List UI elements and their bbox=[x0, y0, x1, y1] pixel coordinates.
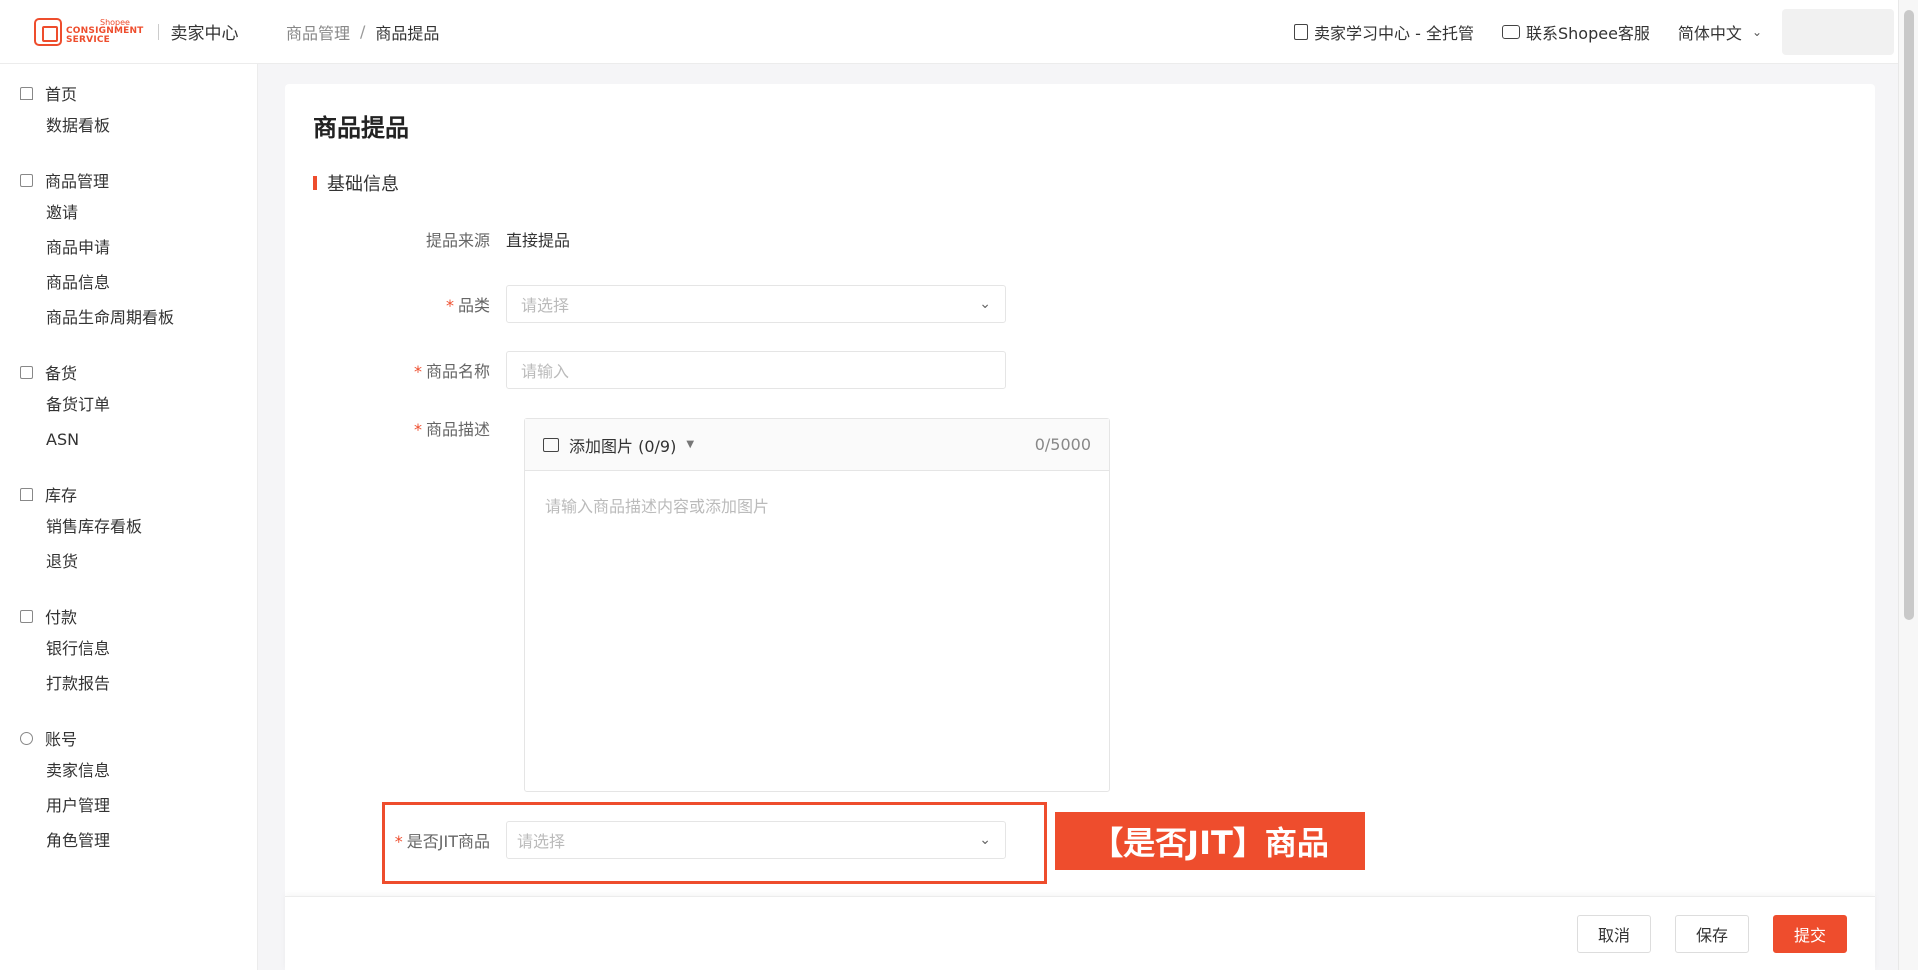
sidebar-item-payment-report[interactable]: 打款报告 bbox=[0, 666, 257, 701]
sidebar-item-bank-info[interactable]: 银行信息 bbox=[0, 631, 257, 666]
sidebar-group-products: 商品管理 邀请 商品申请 商品信息 商品生命周期看板 bbox=[0, 165, 257, 335]
jit-callout-label: 【是否JIT】商品 bbox=[1055, 812, 1365, 870]
sidebar-item-product-info[interactable]: 商品信息 bbox=[0, 265, 257, 300]
image-icon bbox=[543, 437, 559, 452]
page-scrollbar[interactable] bbox=[1898, 0, 1918, 970]
desc-label: 商品描述 bbox=[425, 420, 490, 439]
book-icon bbox=[1294, 23, 1309, 40]
category-row: * 品类 请选择 ⌄ bbox=[285, 285, 1006, 323]
page-title: 商品提品 bbox=[313, 114, 409, 142]
category-select[interactable]: 请选择 ⌄ bbox=[506, 285, 1006, 323]
action-bar: 取消 保存 提交 bbox=[285, 896, 1875, 970]
account-avatar[interactable] bbox=[1782, 8, 1894, 55]
save-button[interactable]: 保存 bbox=[1674, 914, 1749, 953]
jit-highlight-box bbox=[382, 802, 1047, 884]
sidebar-group-title[interactable]: 商品管理 bbox=[0, 165, 257, 195]
product-form-card: 商品提品 基础信息 提品来源 直接提品 * 品类 请选择 ⌄ * 商品名称 请输入 … bbox=[285, 84, 1875, 970]
add-image-button[interactable]: 添加图片 (0/9) bbox=[569, 433, 676, 457]
sidebar-group-title[interactable]: 备货 bbox=[0, 357, 257, 387]
submit-button[interactable]: 提交 bbox=[1772, 914, 1847, 953]
contact-support-link[interactable]: 联系Shopee客服 bbox=[1501, 20, 1650, 44]
section-accent-bar bbox=[313, 176, 317, 190]
warehouse-icon bbox=[20, 487, 33, 501]
description-editor[interactable]: 添加图片 (0/9) ▼ 0/5000 请输入商品描述内容或添加图片 bbox=[524, 418, 1110, 792]
source-value: 直接提品 bbox=[506, 231, 571, 250]
sidebar-item-seller-info[interactable]: 卖家信息 bbox=[0, 753, 257, 788]
wallet-icon bbox=[20, 609, 33, 623]
sidebar-group-inventory: 库存 销售库存看板 退货 bbox=[0, 479, 257, 579]
box-icon bbox=[20, 173, 33, 187]
desc-row: * 商品描述 bbox=[413, 420, 490, 439]
caret-down-icon[interactable]: ▼ bbox=[686, 439, 694, 450]
clipboard-icon bbox=[20, 365, 33, 379]
sidebar-group-title[interactable]: 库存 bbox=[0, 479, 257, 509]
source-row: 提品来源 直接提品 bbox=[285, 227, 570, 251]
chevron-down-icon: ⌄ bbox=[979, 296, 991, 312]
editor-toolbar: 添加图片 (0/9) ▼ 0/5000 bbox=[525, 419, 1109, 471]
category-label: 品类 bbox=[457, 296, 490, 315]
name-label: 商品名称 bbox=[425, 362, 490, 381]
breadcrumb-item-current: 商品提品 bbox=[375, 23, 440, 43]
sidebar-group-account: 账号 卖家信息 用户管理 角色管理 bbox=[0, 723, 257, 858]
sidebar-group-home: 首页 数据看板 bbox=[0, 78, 257, 143]
logo-line2: SERVICE bbox=[66, 34, 111, 45]
logo-title: 卖家中心 bbox=[170, 24, 239, 44]
char-counter: 0/5000 bbox=[1034, 435, 1091, 454]
sidebar-group-title[interactable]: 付款 bbox=[0, 601, 257, 631]
sidebar-group-title[interactable]: 账号 bbox=[0, 723, 257, 753]
sidebar-item-product-application[interactable]: 商品申请 bbox=[0, 230, 257, 265]
chevron-down-icon: ⌄ bbox=[1751, 24, 1762, 39]
logo[interactable]: Shopee CONSIGNMENT SERVICE 卖家中心 bbox=[0, 17, 258, 46]
sidebar-item-returns[interactable]: 退货 bbox=[0, 544, 257, 579]
product-name-input[interactable]: 请输入 bbox=[506, 351, 1006, 389]
learning-center-link[interactable]: 卖家学习中心 - 全托管 bbox=[1294, 20, 1474, 44]
sidebar-item-stock-orders[interactable]: 备货订单 bbox=[0, 387, 257, 422]
sidebar-group-stock: 备货 备货订单 ASN bbox=[0, 357, 257, 457]
shopee-bag-icon bbox=[34, 17, 62, 46]
description-textarea[interactable]: 请输入商品描述内容或添加图片 bbox=[525, 471, 1109, 539]
sidebar-item-invite[interactable]: 邀请 bbox=[0, 195, 257, 230]
breadcrumb: 商品管理 / 商品提品 bbox=[258, 20, 439, 44]
chat-icon bbox=[1501, 24, 1520, 39]
sidebar-item-lifecycle[interactable]: 商品生命周期看板 bbox=[0, 300, 257, 335]
sidebar: 首页 数据看板 商品管理 邀请 商品申请 商品信息 商品生命周期看板 备货 备货… bbox=[0, 64, 258, 970]
home-icon bbox=[20, 86, 33, 100]
sidebar-group-payment: 付款 银行信息 打款报告 bbox=[0, 601, 257, 701]
user-icon bbox=[20, 731, 33, 745]
sidebar-item-asn[interactable]: ASN bbox=[0, 422, 257, 457]
section-title: 基础信息 bbox=[313, 170, 399, 196]
cancel-button[interactable]: 取消 bbox=[1576, 914, 1651, 953]
sidebar-group-title[interactable]: 首页 bbox=[0, 78, 257, 108]
name-row: * 商品名称 请输入 bbox=[285, 351, 1006, 389]
sidebar-item-dashboard[interactable]: 数据看板 bbox=[0, 108, 257, 143]
language-selector[interactable]: 简体中文 ⌄ bbox=[1678, 20, 1762, 44]
scrollbar-thumb[interactable] bbox=[1904, 10, 1914, 620]
breadcrumb-item-product-management[interactable]: 商品管理 bbox=[286, 20, 350, 44]
sidebar-item-role-management[interactable]: 角色管理 bbox=[0, 823, 257, 858]
sidebar-item-sales-inventory[interactable]: 销售库存看板 bbox=[0, 509, 257, 544]
sidebar-item-user-management[interactable]: 用户管理 bbox=[0, 788, 257, 823]
breadcrumb-separator: / bbox=[360, 22, 366, 41]
top-header: Shopee CONSIGNMENT SERVICE 卖家中心 商品管理 / 商… bbox=[0, 0, 1898, 64]
source-label: 提品来源 bbox=[425, 231, 490, 250]
logo-divider bbox=[157, 23, 159, 40]
